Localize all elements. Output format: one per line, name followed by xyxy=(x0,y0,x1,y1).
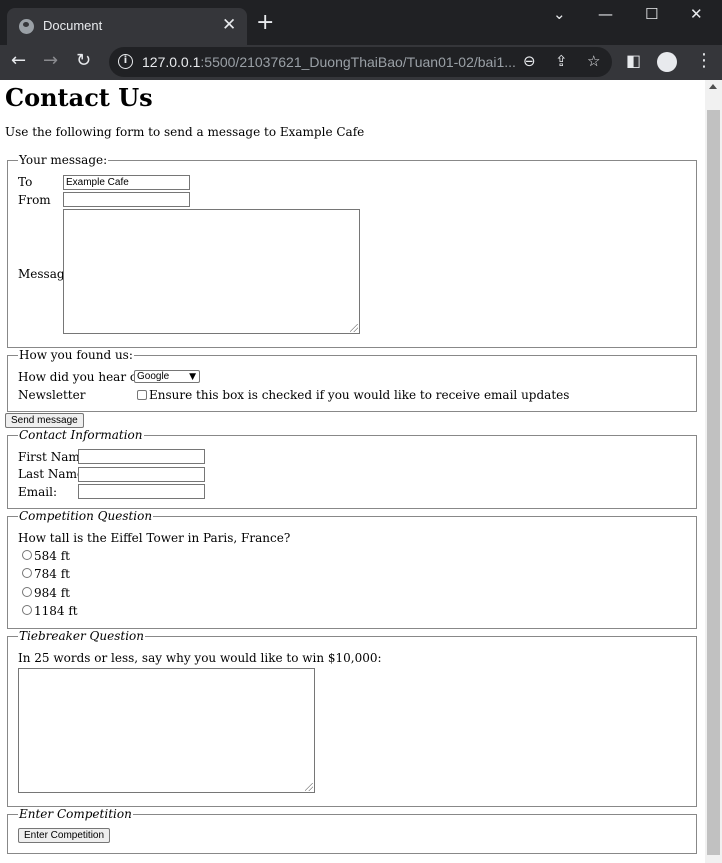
menu-kebab-icon[interactable]: ⋮ xyxy=(695,51,713,71)
vertical-scrollbar[interactable] xyxy=(705,80,722,863)
window-close-icon[interactable]: ✕ xyxy=(690,5,703,23)
radio-option-784[interactable] xyxy=(22,568,32,578)
intro-text: Use the following form to send a message… xyxy=(5,125,365,139)
profile-avatar-icon[interactable] xyxy=(657,52,677,72)
url-host: 127.0.0.1 xyxy=(142,54,201,70)
browser-tab[interactable]: Document ✕ xyxy=(7,8,247,45)
tab-title: Document xyxy=(43,18,103,33)
back-arrow-icon[interactable]: ← xyxy=(11,51,26,71)
url-path: :5500/21037621_DuongThaiBao/Tuan01-02/ba… xyxy=(200,54,516,70)
maximize-icon[interactable]: ☐ xyxy=(645,5,658,23)
radio-label-1184: 1184 ft xyxy=(34,604,78,618)
found-us-fieldset: How you found us: How did you hear of us… xyxy=(7,348,697,412)
zoom-icon[interactable]: ⊖ xyxy=(523,52,536,70)
radio-option-1184[interactable] xyxy=(22,605,32,615)
resize-grip-icon[interactable] xyxy=(350,324,358,332)
close-tab-icon[interactable]: ✕ xyxy=(222,16,236,34)
new-tab-icon[interactable]: + xyxy=(256,12,274,34)
browser-toolbar: ← → ↻ i 127.0.0.1:5500/21037621_DuongTha… xyxy=(0,45,722,80)
last-name-field[interactable] xyxy=(78,467,205,482)
minimize-icon[interactable]: — xyxy=(598,5,613,23)
reload-icon[interactable]: ↻ xyxy=(76,51,91,71)
tiebreaker-prompt: In 25 words or less, say why you would l… xyxy=(18,651,382,665)
email-field[interactable] xyxy=(78,484,205,499)
radio-label-784: 784 ft xyxy=(34,567,70,581)
competition-fieldset: Competition Question How tall is the Eif… xyxy=(7,509,697,629)
radio-option-584[interactable] xyxy=(22,550,32,560)
globe-icon xyxy=(19,19,34,34)
address-bar[interactable]: i 127.0.0.1:5500/21037621_DuongThaiBao/T… xyxy=(109,47,612,77)
message-fieldset: Your message: To Example Cafe From Messa… xyxy=(7,153,697,348)
contact-legend: Contact Information xyxy=(18,428,144,442)
enter-fieldset: Enter Competition Enter Competition xyxy=(7,807,697,854)
hear-selected-value: Google xyxy=(137,371,170,382)
contact-fieldset: Contact Information First Name: Last Nam… xyxy=(7,428,697,509)
forward-arrow-icon[interactable]: → xyxy=(43,51,58,71)
radio-option-984[interactable] xyxy=(22,587,32,597)
side-panel-icon[interactable]: ◧ xyxy=(626,51,641,71)
enter-competition-button[interactable]: Enter Competition xyxy=(18,828,111,843)
hear-select[interactable]: Google ▼ xyxy=(134,370,200,383)
message-legend: Your message: xyxy=(18,153,109,167)
resize-grip-icon[interactable] xyxy=(305,783,313,791)
radio-label-584: 584 ft xyxy=(34,549,70,563)
found-us-legend: How you found us: xyxy=(18,348,134,362)
to-label: To xyxy=(18,175,33,189)
competition-legend: Competition Question xyxy=(18,509,154,523)
radio-label-984: 984 ft xyxy=(34,586,70,600)
tiebreaker-legend: Tiebreaker Question xyxy=(18,629,145,643)
scrollbar-thumb[interactable] xyxy=(707,110,720,855)
newsletter-text: Ensure this box is checked if you would … xyxy=(149,388,570,402)
enter-legend: Enter Competition xyxy=(18,807,133,821)
message-textarea[interactable] xyxy=(63,209,360,334)
tiebreaker-textarea[interactable] xyxy=(18,668,315,793)
from-field[interactable] xyxy=(63,192,190,207)
send-message-button[interactable]: Send message xyxy=(5,413,84,428)
email-label: Email: xyxy=(18,485,58,499)
newsletter-checkbox[interactable] xyxy=(137,390,147,400)
competition-question: How tall is the Eiffel Tower in Paris, F… xyxy=(18,531,291,545)
to-field[interactable]: Example Cafe xyxy=(63,175,190,190)
browser-title-bar: Document ✕ + ⌄ — ☐ ✕ xyxy=(0,0,722,45)
first-name-field[interactable] xyxy=(78,449,205,464)
tiebreaker-fieldset: Tiebreaker Question In 25 words or less,… xyxy=(7,629,697,807)
from-label: From xyxy=(18,193,51,207)
newsletter-label: Newsletter xyxy=(18,388,86,402)
bookmark-star-icon[interactable]: ☆ xyxy=(587,52,600,70)
tab-search-chevron-icon[interactable]: ⌄ xyxy=(553,5,566,23)
share-icon[interactable]: ⇪ xyxy=(555,52,568,70)
url-text: 127.0.0.1:5500/21037621_DuongThaiBao/Tua… xyxy=(142,54,516,70)
chevron-down-icon: ▼ xyxy=(189,372,196,382)
page-viewport: Contact Us Use the following form to sen… xyxy=(0,80,705,863)
site-info-icon[interactable]: i xyxy=(118,54,133,69)
page-title: Contact Us xyxy=(5,83,153,112)
scroll-up-arrow-icon[interactable] xyxy=(709,84,717,89)
